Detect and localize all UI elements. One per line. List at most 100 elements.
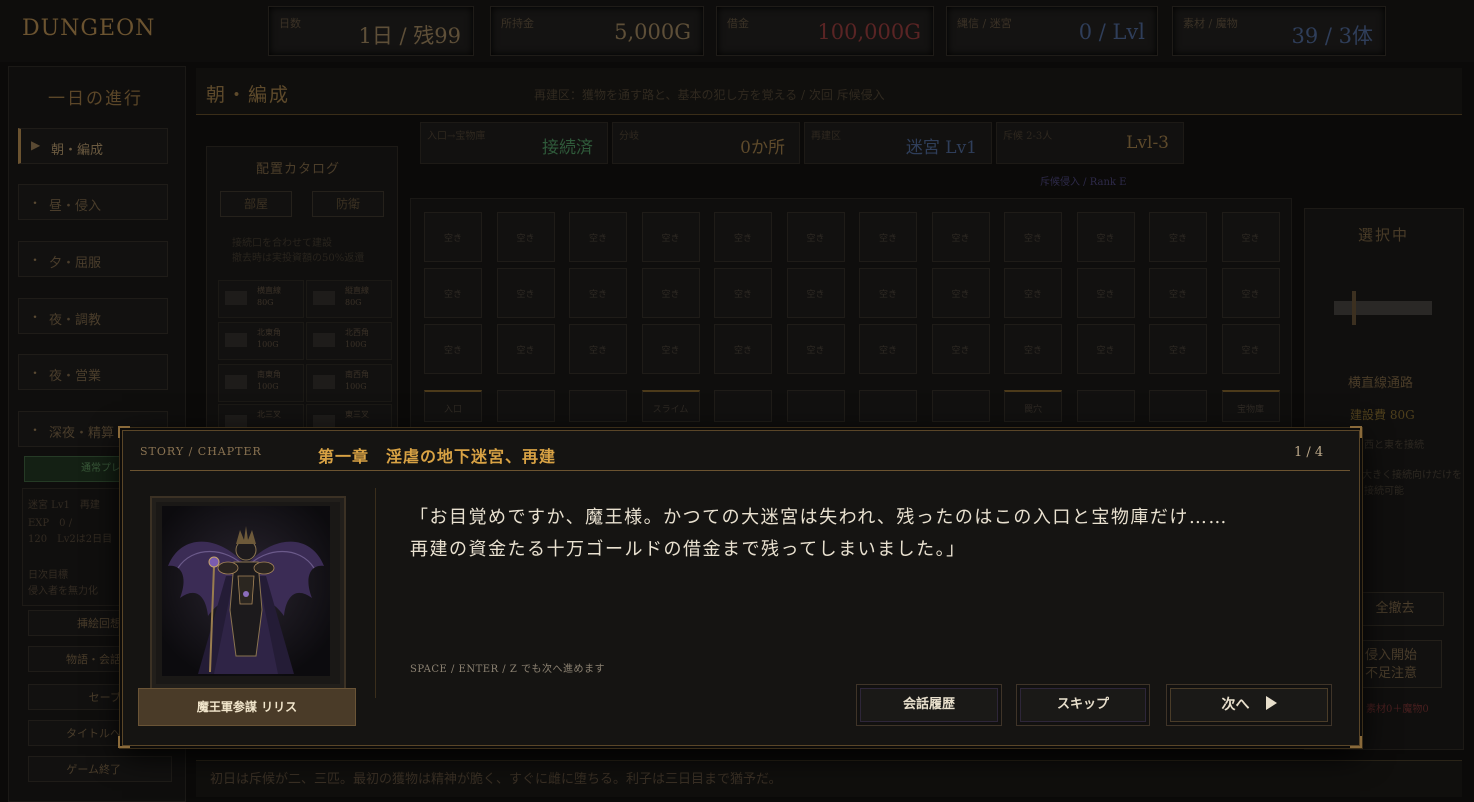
corridor-preview-joint	[1352, 291, 1356, 325]
sidebar-item-night-business[interactable]: ・ 夜・営業	[18, 354, 168, 390]
grid-cell-label: 空き	[1241, 346, 1260, 356]
grid-cell-label: 空き	[661, 346, 680, 356]
catalog-item[interactable]: 北東角 100G	[218, 322, 304, 360]
grid-cell[interactable]: 空き	[714, 268, 772, 318]
grid-cell[interactable]: 空き	[1221, 268, 1280, 318]
grid-cell-label: 空き	[516, 290, 535, 300]
grid-cell[interactable]: 空き	[859, 268, 917, 318]
catalog-item[interactable]: 南東角 100G	[218, 364, 304, 402]
grid-cell[interactable]	[931, 390, 990, 422]
item-cost: 80G	[345, 298, 362, 307]
dialog-line: 「お目覚めですか、魔王様。かつての大迷宮は失われ、残ったのはこの入口と宝物庫だけ…	[410, 507, 1228, 528]
grid-cell[interactable]	[859, 390, 917, 422]
grid-cell-label: 入口	[443, 405, 462, 415]
grid-cell[interactable]: 空き	[1149, 324, 1207, 374]
grid-cell[interactable]	[786, 390, 845, 422]
grid-cell[interactable]: 空き	[931, 268, 990, 318]
grid-cell[interactable]: 空き	[714, 324, 772, 374]
grid-cell[interactable]: 空き	[424, 212, 482, 262]
grid-cell[interactable]: 空き	[1004, 212, 1062, 262]
grid-cell[interactable]: 空き	[496, 324, 555, 374]
sidebar-item-morning[interactable]: ▶ 朝・編成	[18, 128, 168, 164]
sidebar-item-evening[interactable]: ・ 夕・屈服	[18, 241, 168, 277]
grid-cell-label: 空き	[806, 346, 825, 356]
catalog-item[interactable]: 北西角 100G	[306, 322, 392, 360]
grid-cell[interactable]: 空き	[569, 212, 627, 262]
grid-cell[interactable]	[714, 390, 772, 422]
grid-cell[interactable]	[496, 390, 555, 422]
grid-cell[interactable]: 空き	[569, 324, 627, 374]
info-card-branches: 分岐 0か所	[612, 122, 800, 164]
grid-cell[interactable]: 空き	[786, 324, 845, 374]
skip-button[interactable]: スキップ	[1016, 684, 1150, 726]
grid-cell-label: 空き	[1096, 234, 1115, 244]
grid-cell[interactable]: 空き	[1076, 212, 1135, 262]
grid-cell[interactable]	[569, 390, 627, 422]
grid-cell-label: 空き	[1023, 234, 1042, 244]
grid-cell[interactable]: 入口	[424, 390, 482, 422]
grid-cell[interactable]: 空き	[931, 324, 990, 374]
grid-cell[interactable]: 空き	[641, 324, 700, 374]
catalog-item[interactable]: 東三叉	[306, 404, 392, 432]
grid-cell[interactable]: 空き	[859, 212, 917, 262]
corridor-icon	[313, 333, 335, 347]
grid-cell[interactable]: 空き	[1149, 212, 1207, 262]
sidebar-item-noon[interactable]: ・ 昼・侵入	[18, 184, 168, 220]
item-cost: 100G	[345, 340, 367, 349]
item-name: 北西角	[345, 328, 369, 337]
grid-cell[interactable]: 空き	[931, 212, 990, 262]
catalog-item[interactable]: 北三叉	[218, 404, 304, 432]
grid-cell-label: 空き	[1168, 290, 1187, 300]
grid-cell[interactable]: 空き	[424, 324, 482, 374]
grid-cell[interactable]: 空き	[1004, 268, 1062, 318]
grid-cell[interactable]: 空き	[641, 212, 700, 262]
card-value: Lvl-3	[1126, 133, 1169, 153]
card-value: 0か所	[740, 138, 785, 158]
grid-cell[interactable]	[1076, 390, 1135, 422]
grid-cell[interactable]: 空き	[641, 268, 700, 318]
grid-cell[interactable]: 空き	[1221, 324, 1280, 374]
grid-cell[interactable]: 空き	[1076, 324, 1135, 374]
stat-debt: 借金 100,000G	[716, 6, 934, 56]
grid-cell[interactable]: 空き	[424, 268, 482, 318]
phase-title: 朝・編成	[206, 84, 291, 106]
frame-corner-ornament	[1350, 426, 1362, 438]
grid-cell[interactable]: スライム	[641, 390, 700, 422]
next-button[interactable]: 次へ	[1166, 684, 1332, 726]
grid-cell[interactable]: 空き	[786, 268, 845, 318]
grid-cell[interactable]: 空き	[714, 212, 772, 262]
grid-cell[interactable]: 宝物庫	[1221, 390, 1280, 422]
history-button[interactable]: 会話履歴	[856, 684, 1002, 726]
corridor-icon	[225, 291, 247, 305]
grid-cell[interactable]: 空き	[1221, 212, 1280, 262]
sidebar-item-night-training[interactable]: ・ 夜・調教	[18, 298, 168, 334]
corridor-icon	[225, 375, 247, 389]
start-invasion-button[interactable]: 侵入開始 不足注意	[1346, 640, 1442, 688]
selection-note: 大きく接続向けだけを	[1362, 470, 1462, 481]
bullet-icon: ・	[29, 423, 42, 437]
grid-cell[interactable]: 空き	[1004, 324, 1062, 374]
catalog-item[interactable]: 縦直線 80G	[306, 280, 392, 318]
grid-cell[interactable]: 罠穴	[1004, 390, 1062, 422]
tab-defense[interactable]: 防衛	[312, 191, 384, 217]
grid-cell[interactable]: 空き	[496, 268, 555, 318]
grid-cell-label: 空き	[806, 290, 825, 300]
grid-cell[interactable]: 空き	[569, 268, 627, 318]
grid-cell-label: スライム	[652, 405, 689, 415]
tab-rooms[interactable]: 部屋	[220, 191, 292, 217]
quit-button[interactable]: ゲーム終了	[28, 756, 172, 782]
clear-all-button[interactable]: 全撤去	[1346, 592, 1444, 626]
item-cost: 100G	[257, 382, 279, 391]
grid-cell[interactable]	[1149, 390, 1207, 422]
grid-cell[interactable]: 空き	[859, 324, 917, 374]
catalog-item[interactable]: 横直線 80G	[218, 280, 304, 318]
item-name: 南西角	[345, 370, 369, 379]
grid-cell[interactable]: 空き	[1149, 268, 1207, 318]
stat-value: 0 / Lvl	[1078, 20, 1145, 44]
catalog-item[interactable]: 南西角 100G	[306, 364, 392, 402]
stat-dungeon: 縄信 / 迷宮 0 / Lvl	[946, 6, 1158, 56]
grid-cell[interactable]: 空き	[1076, 268, 1135, 318]
grid-cell[interactable]: 空き	[496, 212, 555, 262]
stat-value: 5,000G	[614, 20, 691, 44]
grid-cell[interactable]: 空き	[786, 212, 845, 262]
